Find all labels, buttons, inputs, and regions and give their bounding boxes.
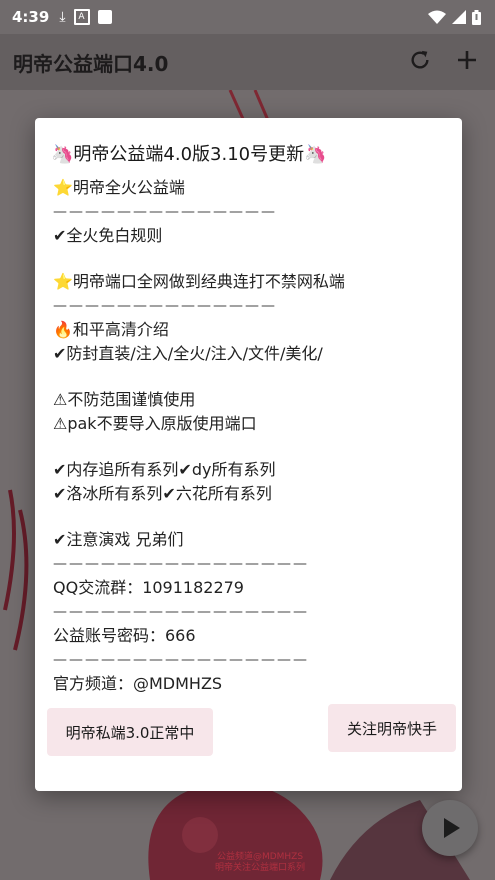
divider-line: —————————————— xyxy=(53,204,277,220)
wifi-icon xyxy=(428,10,446,24)
battery-icon xyxy=(472,9,481,25)
message-line: ✔注意演戏 兄弟们 xyxy=(53,530,184,549)
update-dialog: 🦄明帝公益端4.0版3.10号更新🦄 ⭐明帝全火公益端 ————————————… xyxy=(35,118,462,791)
message-line: ✔洛冰所有系列✔六花所有系列 xyxy=(53,484,272,503)
bottom-caption: 公益频道@MDMHZS 明帝关注公益端口系列 xyxy=(190,852,330,874)
dialog-message: ⭐明帝全火公益端 —————————————— ✔全火免白规则 ⭐明帝端口全网做… xyxy=(53,176,448,696)
divider-line: ———————————————— xyxy=(53,556,309,572)
divider-line: —————————————— xyxy=(53,298,277,314)
account-password-line: 公益账号密码：666 xyxy=(53,626,196,645)
follow-kuaishou-button[interactable]: 关注明帝快手 xyxy=(328,704,456,752)
divider-line: ———————————————— xyxy=(53,652,309,668)
status-bar: 4:39 ⤓ A xyxy=(0,0,495,34)
message-line: ⚠pak不要导入原版使用端口 xyxy=(53,414,257,433)
caption-line: 明帝关注公益端口系列 xyxy=(214,863,305,873)
message-line: ⭐明帝端口全网做到经典连打不禁网私端 xyxy=(53,272,345,291)
qq-group-line: QQ交流群：1091182279 xyxy=(53,578,244,597)
play-button[interactable] xyxy=(422,800,478,856)
message-line: ⚠不防范围谨慎使用 xyxy=(53,390,196,409)
notification-square-icon xyxy=(97,10,112,24)
play-icon xyxy=(444,818,460,838)
refresh-icon[interactable] xyxy=(409,49,431,75)
caption-line: 公益频道@MDMHZS xyxy=(216,852,304,862)
private-port-button[interactable]: 明帝私端3.0正常中 xyxy=(47,708,213,756)
download-icon: ⤓ xyxy=(59,9,66,25)
signal-icon xyxy=(452,10,466,24)
message-line: ✔全火免白规则 xyxy=(53,226,163,245)
message-line: ⭐明帝全火公益端 xyxy=(53,178,185,197)
app-title: 明帝公益端口4.0 xyxy=(13,51,169,76)
app-bar: 明帝公益端口4.0 xyxy=(0,34,495,90)
official-channel-line: 官方频道：@MDMHZS xyxy=(53,674,223,693)
message-line: ✔内存追所有系列✔dy所有系列 xyxy=(53,460,276,479)
message-line: 🔥和平高清介绍 xyxy=(53,320,169,339)
add-icon[interactable] xyxy=(457,50,477,74)
message-line: ✔防封直装/注入/全火/注入/文件/美化/ xyxy=(53,344,323,363)
status-time: 4:39 xyxy=(12,8,50,26)
divider-line: ———————————————— xyxy=(53,604,309,620)
app-notification-icon: A xyxy=(73,9,90,25)
dialog-title: 🦄明帝公益端4.0版3.10号更新🦄 xyxy=(51,144,327,165)
